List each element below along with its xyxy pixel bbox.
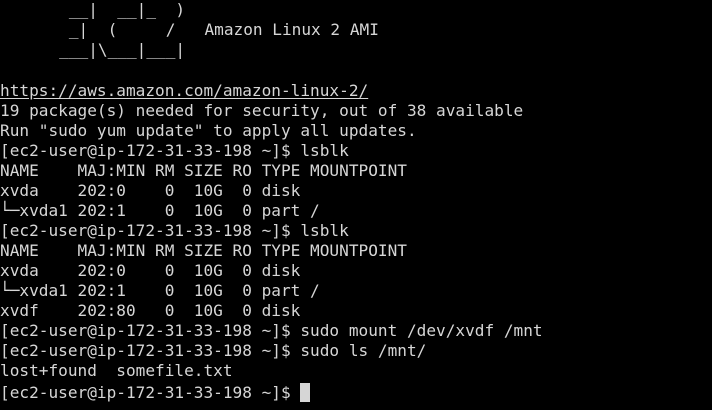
active-prompt-line[interactable]: [ec2-user@ip-172-31-33-198 ~]$ (0, 383, 311, 403)
text-cursor (300, 383, 311, 402)
command-line-mount: [ec2-user@ip-172-31-33-198 ~]$ sudo moun… (0, 321, 543, 340)
ascii-banner-line-3: ___|\___|___| (1, 40, 186, 59)
security-updates-notice: 19 package(s) needed for security, out o… (0, 101, 524, 120)
yum-update-hint: Run "sudo yum update" to apply all updat… (0, 121, 417, 140)
shell-prompt: [ec2-user@ip-172-31-33-198 ~]$ (0, 383, 301, 402)
command-line-ls: [ec2-user@ip-172-31-33-198 ~]$ sudo ls /… (0, 341, 427, 360)
command-line-lsblk-1: [ec2-user@ip-172-31-33-198 ~]$ lsblk (0, 141, 349, 160)
lsblk-row-xvda-1: xvda 202:0 0 10G 0 disk (0, 181, 301, 200)
terminal-window[interactable]: __| __|_ ) _| ( / Amazon Linux 2 AMI ___… (0, 0, 712, 410)
lsblk-row-xvda1-1: └─xvda1 202:1 0 10G 0 part / (0, 201, 320, 220)
lsblk-row-xvda1-2: └─xvda1 202:1 0 10G 0 part / (0, 281, 320, 300)
command-line-lsblk-2: [ec2-user@ip-172-31-33-198 ~]$ lsblk (0, 221, 349, 240)
ascii-banner-line-1: __| __|_ ) (1, 0, 186, 19)
ls-output: lost+found somefile.txt (0, 361, 233, 380)
lsblk-header-1: NAME MAJ:MIN RM SIZE RO TYPE MOUNTPOINT (0, 161, 407, 180)
lsblk-row-xvda-2: xvda 202:0 0 10G 0 disk (0, 261, 301, 280)
lsblk-header-2: NAME MAJ:MIN RM SIZE RO TYPE MOUNTPOINT (0, 241, 407, 260)
ascii-banner-line-2: _| ( / Amazon Linux 2 AMI (1, 20, 379, 39)
lsblk-row-xvdf: xvdf 202:80 0 10G 0 disk (0, 301, 301, 320)
amazon-linux-url-link[interactable]: https://aws.amazon.com/amazon-linux-2/ (0, 81, 368, 101)
